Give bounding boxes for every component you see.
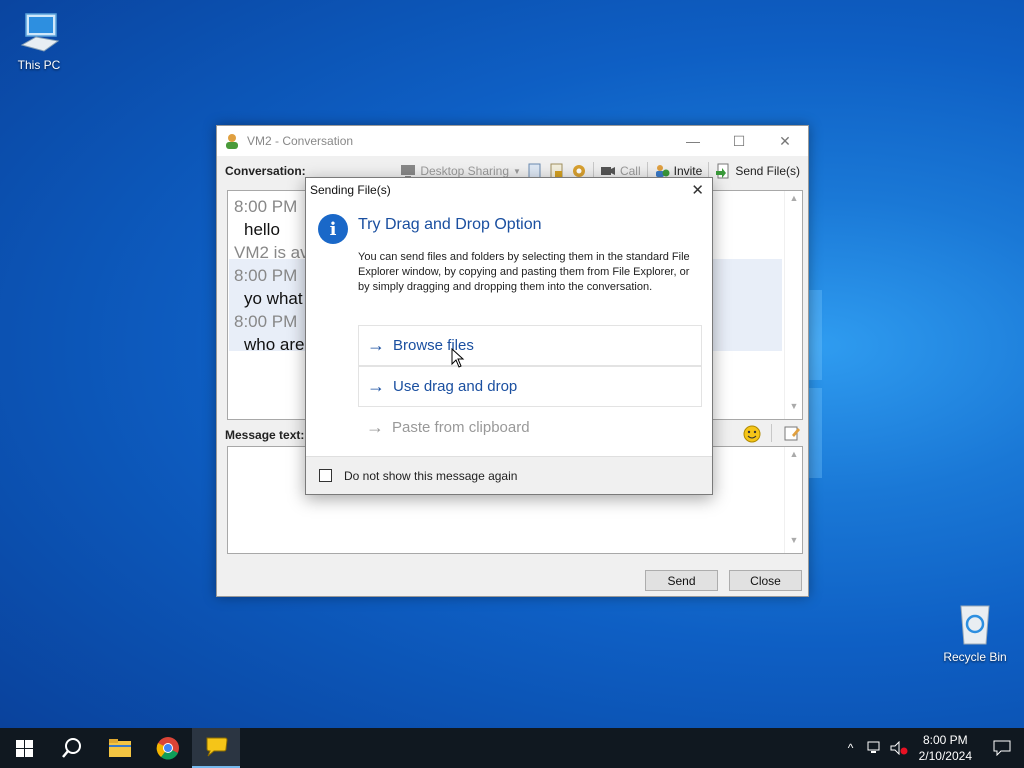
clock-date: 2/10/2024 — [918, 749, 972, 763]
edit-note-icon[interactable] — [784, 425, 800, 441]
call-label: Call — [619, 164, 641, 178]
option-label: Use drag and drop — [393, 378, 518, 395]
computer-icon — [17, 10, 61, 54]
window-title: VM2 - Conversation — [247, 134, 354, 148]
desktop-light-beam — [808, 290, 822, 380]
dialog-title: Sending File(s) — [310, 183, 391, 197]
taskbar: ^ 8:00 PM 2/10/2024 — [0, 728, 1024, 768]
messenger-button[interactable] — [192, 728, 240, 768]
emoji-icon[interactable] — [743, 425, 761, 443]
minimize-button[interactable]: — — [670, 126, 716, 156]
mouse-cursor-icon — [451, 348, 465, 368]
desktop-icon-recycle-bin[interactable]: Recycle Bin — [937, 602, 1013, 664]
dialog-heading: Try Drag and Drop Option — [358, 216, 542, 233]
toolbar-divider — [771, 424, 772, 442]
notifications-icon[interactable] — [980, 740, 1024, 756]
conversation-scrollbar[interactable]: ▲ ▼ — [784, 191, 802, 419]
maximize-button[interactable]: ☐ — [716, 126, 762, 156]
search-icon — [62, 738, 81, 758]
message-scrollbar[interactable]: ▲ ▼ — [784, 447, 802, 553]
dialog-body-text: You can send files and folders by select… — [358, 251, 690, 293]
chrome-button[interactable] — [144, 728, 192, 768]
desktop-icon-label: Recycle Bin — [943, 650, 1007, 664]
dialog-close-button[interactable]: ✕ — [691, 181, 704, 199]
status-message: VM2 is av — [234, 243, 309, 262]
message-text: yo what — [244, 289, 303, 308]
send-files-button[interactable]: Send File(s) — [715, 163, 800, 179]
messenger-icon — [206, 737, 228, 757]
search-button[interactable] — [48, 728, 96, 768]
close-button[interactable]: Close — [729, 570, 802, 591]
message-text-label: Message text: — [225, 428, 305, 442]
scroll-up-icon[interactable]: ▲ — [785, 193, 802, 209]
folder-icon — [109, 739, 131, 757]
show-hidden-icons-button[interactable]: ^ — [839, 741, 863, 755]
drag-and-drop-option[interactable]: → Use drag and drop — [358, 366, 702, 407]
message-time: 8:00 PM — [234, 312, 298, 331]
scroll-down-icon[interactable]: ▼ — [785, 401, 802, 417]
arrow-right-icon: → — [367, 376, 385, 396]
system-tray: ^ 8:00 PM 2/10/2024 — [839, 728, 1024, 768]
send-button[interactable]: Send — [645, 570, 718, 591]
scroll-down-icon[interactable]: ▼ — [785, 535, 803, 551]
chevron-down-icon: ▼ — [513, 166, 521, 176]
paste-from-clipboard-option: → Paste from clipboard — [358, 407, 702, 448]
clock-time: 8:00 PM — [922, 733, 968, 747]
desktop-sharing-label: Desktop Sharing — [420, 164, 510, 178]
scroll-up-icon[interactable]: ▲ — [785, 449, 803, 465]
volume-muted-icon[interactable] — [887, 741, 911, 755]
browse-files-option[interactable]: → Browse files — [358, 325, 702, 366]
taskbar-clock[interactable]: 8:00 PM 2/10/2024 — [911, 732, 980, 764]
info-icon: i — [318, 214, 348, 244]
windows-logo-icon — [15, 739, 33, 757]
arrow-right-icon: → — [366, 417, 384, 437]
sending-files-dialog: Sending File(s) ✕ i Try Drag and Drop Op… — [305, 177, 713, 495]
network-icon[interactable] — [863, 741, 887, 755]
message-time: 8:00 PM — [234, 197, 298, 216]
user-icon — [225, 133, 241, 149]
arrow-right-icon: → — [367, 335, 385, 355]
start-button[interactable] — [0, 728, 48, 768]
desktop-icon-label: This PC — [17, 58, 61, 72]
desktop-icon-this-pc[interactable]: This PC — [1, 10, 77, 72]
desktop-light-beam — [808, 388, 822, 478]
message-text: hello — [244, 220, 280, 239]
close-window-button[interactable]: ✕ — [762, 126, 808, 156]
option-label: Paste from clipboard — [392, 419, 530, 436]
dialog-footer: Do not show this message again — [306, 456, 712, 494]
message-time: 8:00 PM — [234, 266, 298, 285]
file-explorer-button[interactable] — [96, 728, 144, 768]
conversation-label: Conversation: — [225, 164, 306, 178]
send-files-label: Send File(s) — [735, 164, 800, 178]
send-file-icon — [715, 163, 731, 179]
dont-show-checkbox[interactable] — [319, 469, 332, 482]
invite-label: Invite — [673, 164, 703, 178]
recycle-bin-icon — [953, 602, 997, 646]
dont-show-label[interactable]: Do not show this message again — [344, 469, 517, 483]
message-text: who are — [244, 335, 305, 354]
chrome-icon — [156, 737, 179, 760]
